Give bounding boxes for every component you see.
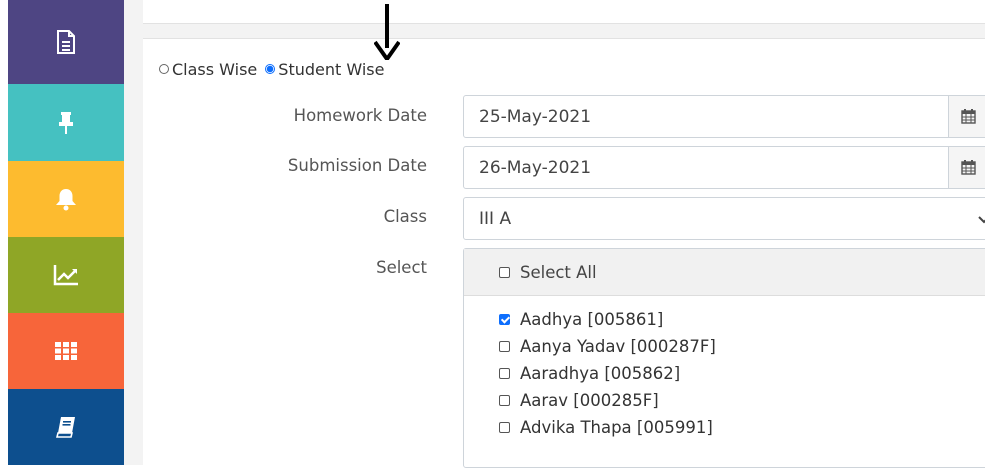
class-wise-radio[interactable]: Class Wise <box>159 60 257 79</box>
class-select-value: III A <box>479 208 512 229</box>
sidebar-item-notifications[interactable] <box>8 161 124 237</box>
checkbox[interactable] <box>499 341 510 352</box>
checkbox[interactable] <box>499 368 510 379</box>
bell-icon <box>54 187 78 211</box>
student-label: Aadhya [005861] <box>520 310 664 329</box>
list-item[interactable]: Aarav [000285F] <box>499 387 985 414</box>
submission-date-value: 26-May-2021 <box>479 157 592 178</box>
sidebar-item-document[interactable] <box>8 0 124 84</box>
select-all-option[interactable]: Select All <box>464 249 985 296</box>
top-panel <box>143 0 985 24</box>
homework-date-label: Homework Date <box>293 106 427 125</box>
radio-selected-icon[interactable] <box>265 64 276 74</box>
class-wise-label: Class Wise <box>172 59 258 79</box>
checkbox-checked-icon[interactable] <box>499 314 510 325</box>
student-label: Aanya Yadav [000287F] <box>520 337 716 356</box>
mode-radio-group: Class Wise Student Wise <box>159 58 392 80</box>
submission-date-picker-button[interactable] <box>948 146 985 189</box>
annotation-arrow-icon <box>373 4 401 64</box>
submission-date-field[interactable]: 26-May-2021 <box>463 146 985 189</box>
homework-date-value: 25-May-2021 <box>479 106 592 127</box>
sidebar-item-pin[interactable] <box>8 84 124 162</box>
sidebar-item-reports[interactable] <box>8 237 124 313</box>
sidebar-item-library[interactable] <box>8 389 124 465</box>
icon-sidebar <box>8 0 124 465</box>
book-icon <box>56 416 76 438</box>
submission-date-label: Submission Date <box>287 156 427 175</box>
student-wise-radio[interactable]: Student Wise <box>265 60 384 79</box>
list-item[interactable]: Aanya Yadav [000287F] <box>499 333 985 360</box>
class-select[interactable]: III A <box>463 197 985 240</box>
list-item[interactable]: Advika Thapa [005991] <box>499 414 985 441</box>
grid-icon <box>55 342 77 360</box>
student-label: Aaradhya [005862] <box>520 364 681 383</box>
checkbox[interactable] <box>499 422 510 433</box>
list-item[interactable]: Aadhya [005861] <box>499 306 985 333</box>
checkbox[interactable] <box>499 395 510 406</box>
select-all-checkbox[interactable] <box>499 266 510 278</box>
sidebar-item-apps[interactable] <box>8 313 124 389</box>
document-icon <box>56 30 76 54</box>
homework-date-field[interactable]: 25-May-2021 <box>463 95 985 138</box>
class-label: Class <box>383 207 427 226</box>
homework-date-picker-button[interactable] <box>948 95 985 138</box>
chevron-down-icon <box>978 210 985 229</box>
select-all-label: Select All <box>520 262 597 282</box>
student-list: Aadhya [005861] Aanya Yadav [000287F] Aa… <box>464 296 985 441</box>
student-label: Aarav [000285F] <box>520 391 659 410</box>
calendar-icon <box>961 160 976 175</box>
calendar-icon <box>961 109 976 124</box>
student-multiselect: Select All Aadhya [005861] Aanya Yadav [… <box>463 248 985 468</box>
student-wise-label: Student Wise <box>278 59 385 79</box>
list-item[interactable]: Aaradhya [005862] <box>499 360 985 387</box>
student-label: Advika Thapa [005991] <box>520 418 713 437</box>
pin-icon <box>58 111 74 135</box>
select-label: Select <box>376 258 427 277</box>
line-chart-icon <box>53 264 79 286</box>
radio-unselected-icon[interactable] <box>159 64 169 74</box>
